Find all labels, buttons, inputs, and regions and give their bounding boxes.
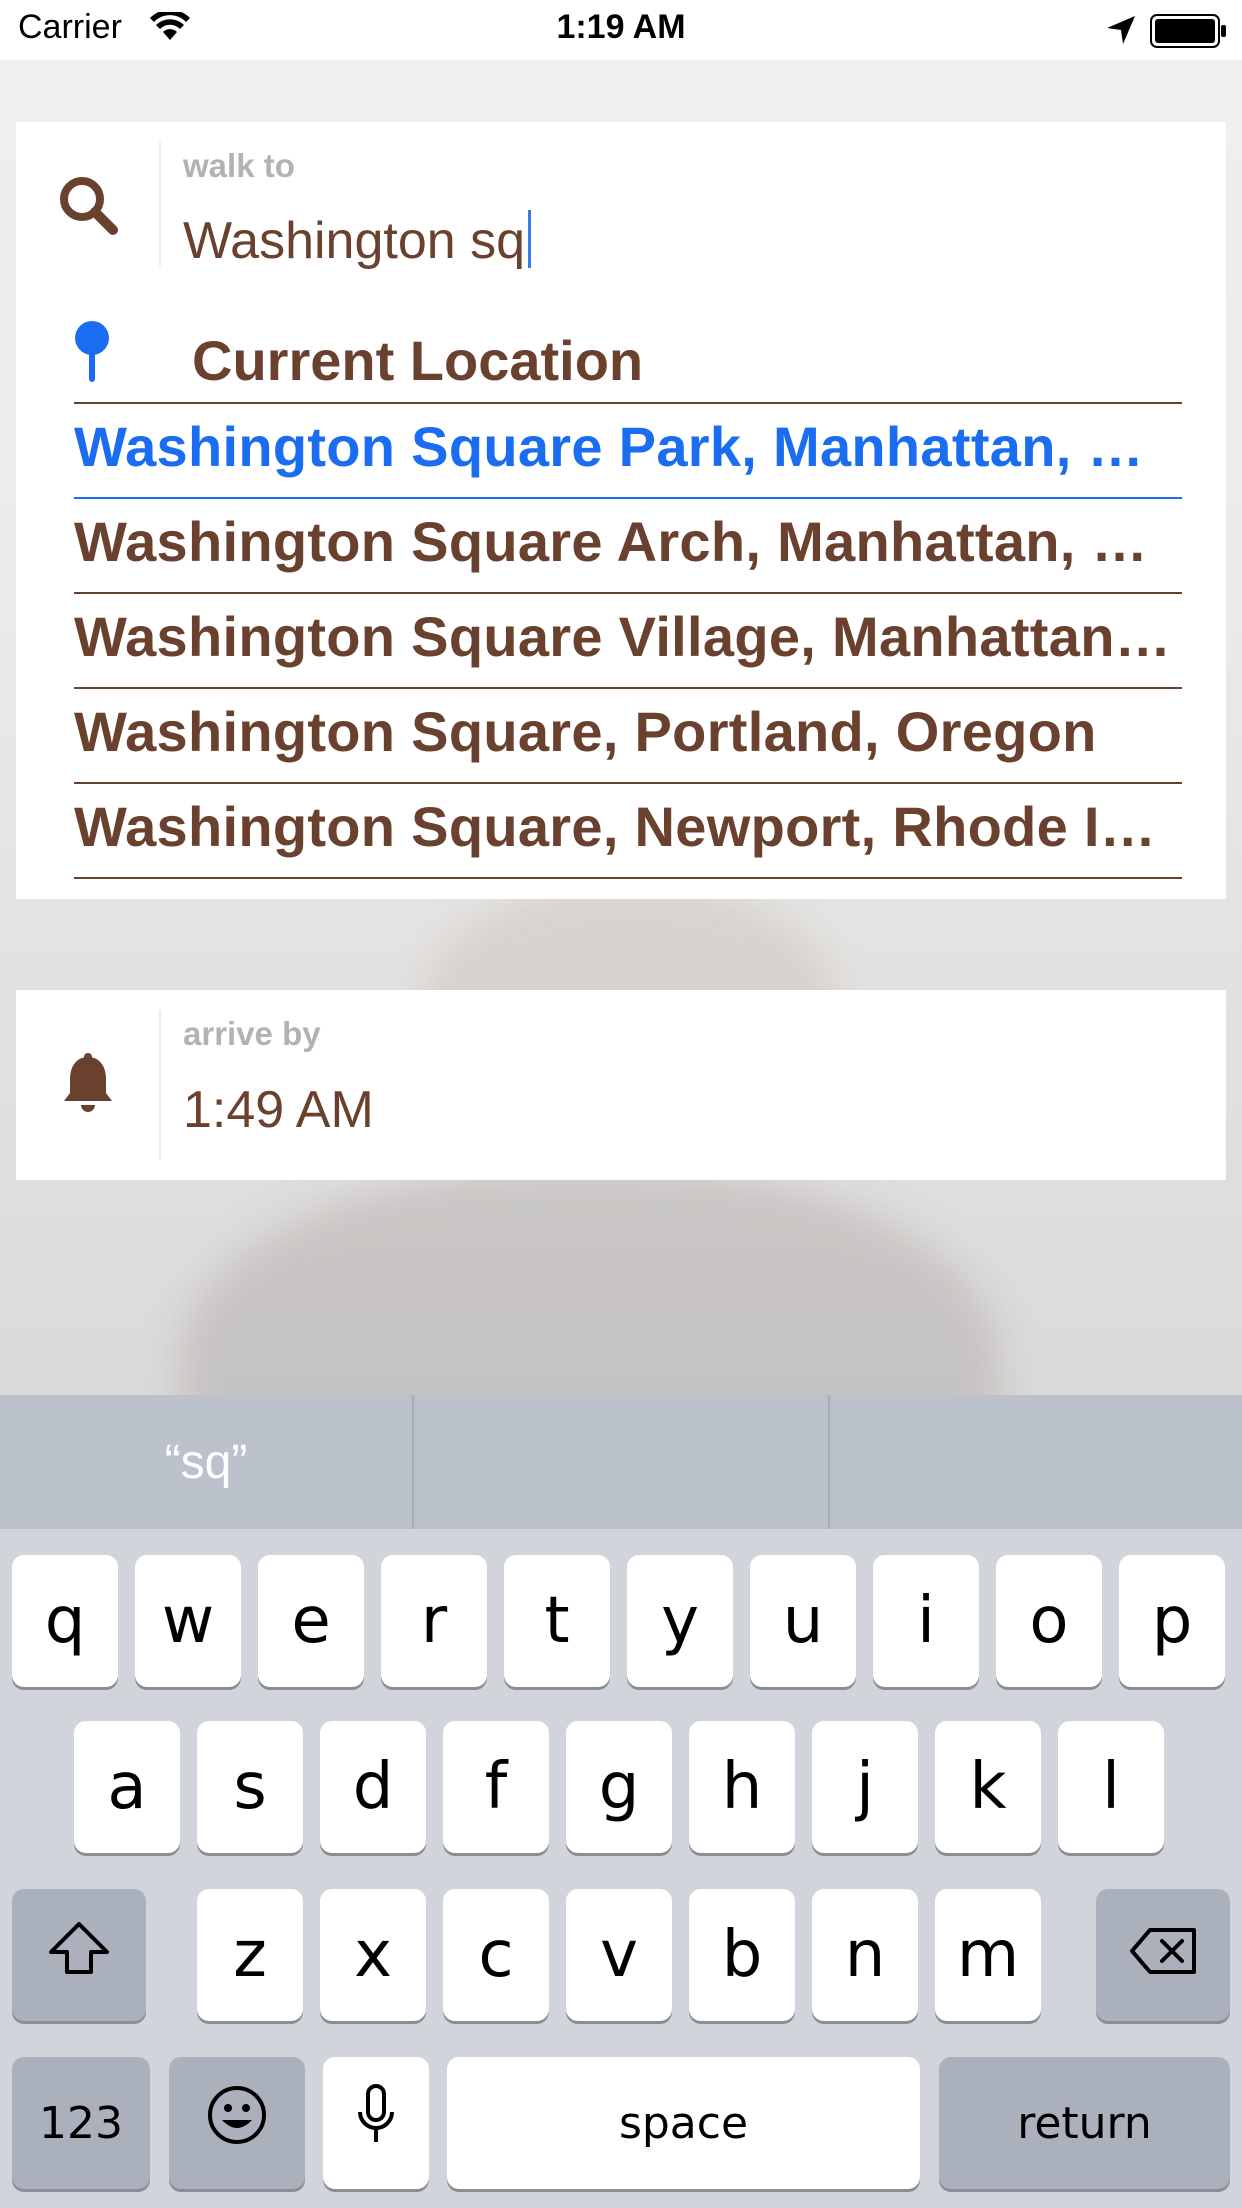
delete-key[interactable] bbox=[1096, 1889, 1230, 2021]
arrive-by-label: arrive by bbox=[183, 1015, 321, 1052]
arrive-by-card[interactable]: arrive by 1:49 AM bbox=[16, 990, 1226, 1180]
destination-label: walk to bbox=[183, 147, 295, 184]
current-location-label: Current Location bbox=[192, 329, 644, 392]
suggestion-list: Washington Square Park, Manhattan, New Y… bbox=[74, 402, 1182, 879]
destination-input-text: Washington sq bbox=[183, 212, 526, 270]
suggestion-label: Washington Square, Newport, Rhode Island bbox=[74, 795, 1182, 858]
microphone-icon bbox=[356, 2084, 396, 2162]
key-c[interactable]: c bbox=[443, 1889, 549, 2021]
prediction-suggestion-empty[interactable] bbox=[830, 1395, 1242, 1529]
clock: 1:19 AM bbox=[556, 8, 686, 46]
shift-key[interactable] bbox=[12, 1889, 146, 2021]
prediction-suggestion[interactable]: “sq” bbox=[0, 1395, 412, 1529]
key-t[interactable]: t bbox=[504, 1555, 610, 1687]
background-shape bbox=[180, 1170, 1000, 1395]
destination-input[interactable]: Washington sq bbox=[183, 210, 532, 271]
key-l[interactable]: l bbox=[1058, 1721, 1164, 1853]
emoji-icon bbox=[206, 2084, 268, 2162]
key-a[interactable]: a bbox=[74, 1721, 180, 1853]
key-i[interactable]: i bbox=[873, 1555, 979, 1687]
key-w[interactable]: w bbox=[135, 1555, 241, 1687]
suggestion-label: Washington Square Park, Manhattan, New Y… bbox=[74, 415, 1182, 478]
key-q[interactable]: q bbox=[12, 1555, 118, 1687]
suggestion-item[interactable]: Washington Square, Newport, Rhode Island bbox=[74, 782, 1182, 879]
location-pin-icon bbox=[72, 320, 112, 389]
prediction-suggestion-empty[interactable] bbox=[414, 1395, 826, 1529]
key-k[interactable]: k bbox=[935, 1721, 1041, 1853]
key-n[interactable]: n bbox=[812, 1889, 918, 2021]
prediction-bar: “sq” bbox=[0, 1395, 1242, 1529]
key-m[interactable]: m bbox=[935, 1889, 1041, 2021]
battery-icon bbox=[1150, 14, 1228, 53]
suggestion-item[interactable]: Washington Square Park, Manhattan, New Y… bbox=[74, 402, 1182, 497]
key-s[interactable]: s bbox=[197, 1721, 303, 1853]
dictation-key[interactable] bbox=[323, 2057, 429, 2189]
suggestion-label: Washington Square Arch, Manhattan, New Y… bbox=[74, 510, 1182, 573]
field-divider bbox=[159, 1010, 161, 1160]
key-r[interactable]: r bbox=[381, 1555, 487, 1687]
shift-icon bbox=[47, 1918, 111, 1992]
key-b[interactable]: b bbox=[689, 1889, 795, 2021]
text-caret bbox=[528, 210, 532, 268]
key-h[interactable]: h bbox=[689, 1721, 795, 1853]
key-g[interactable]: g bbox=[566, 1721, 672, 1853]
numbers-key[interactable]: 123 bbox=[12, 2057, 150, 2189]
key-y[interactable]: y bbox=[627, 1555, 733, 1687]
key-f[interactable]: f bbox=[443, 1721, 549, 1853]
key-u[interactable]: u bbox=[750, 1555, 856, 1687]
search-icon bbox=[16, 122, 159, 287]
suggestion-label: Washington Square Village, Manhattan, Ne… bbox=[74, 605, 1182, 668]
key-v[interactable]: v bbox=[566, 1889, 672, 2021]
emoji-key[interactable] bbox=[169, 2057, 305, 2189]
status-bar: Carrier 1:19 AM bbox=[0, 0, 1242, 60]
arrive-by-time[interactable]: 1:49 AM bbox=[183, 1080, 374, 1140]
suggestion-item[interactable]: Washington Square Arch, Manhattan, New Y… bbox=[74, 497, 1182, 592]
key-p[interactable]: p bbox=[1119, 1555, 1225, 1687]
key-o[interactable]: o bbox=[996, 1555, 1102, 1687]
suggestion-label: Washington Square, Portland, Oregon bbox=[74, 700, 1097, 763]
current-location-item[interactable]: Current Location bbox=[16, 310, 1226, 410]
key-e[interactable]: e bbox=[258, 1555, 364, 1687]
suggestion-item[interactable]: Washington Square, Portland, Oregon bbox=[74, 687, 1182, 782]
keyboard: “sq” q w e r t y u i o p a s d f g h j k… bbox=[0, 1395, 1242, 2208]
location-arrow-icon bbox=[1105, 14, 1137, 51]
key-d[interactable]: d bbox=[320, 1721, 426, 1853]
field-divider bbox=[159, 142, 161, 266]
suggestion-item[interactable]: Washington Square Village, Manhattan, Ne… bbox=[74, 592, 1182, 687]
backspace-icon bbox=[1128, 1918, 1198, 1992]
key-j[interactable]: j bbox=[812, 1721, 918, 1853]
key-x[interactable]: x bbox=[320, 1889, 426, 2021]
space-key[interactable]: space bbox=[447, 2057, 920, 2189]
destination-card: walk to Washington sq Current Location W… bbox=[16, 122, 1226, 899]
bell-icon bbox=[16, 990, 159, 1180]
key-z[interactable]: z bbox=[197, 1889, 303, 2021]
return-key[interactable]: return bbox=[939, 2057, 1230, 2189]
